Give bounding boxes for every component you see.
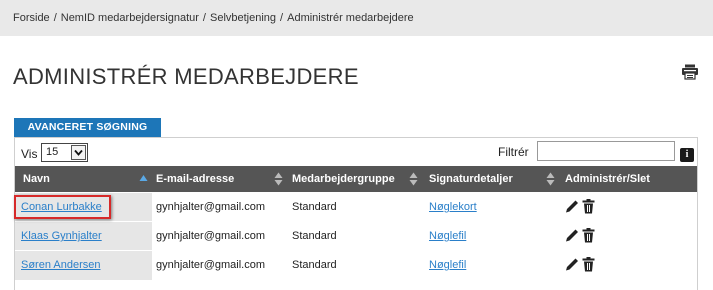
column-header-signature[interactable]: Signaturdetaljer: [429, 166, 513, 192]
pencil-icon[interactable]: [565, 228, 579, 243]
email-cell: gynhjalter@gmail.com: [156, 259, 265, 271]
email-cell: gynhjalter@gmail.com: [156, 201, 265, 213]
breadcrumb-bar: Forside / NemID medarbejdersignatur / Selvbe…: [0, 0, 713, 36]
group-cell: Standard: [292, 259, 337, 271]
pencil-icon[interactable]: [565, 257, 579, 272]
chevron-down-icon: [71, 145, 86, 160]
filter-input[interactable]: [537, 141, 675, 161]
table-row: Conan Lurbakke gynhjalter@gmail.com Stan…: [15, 193, 697, 222]
breadcrumb-separator: /: [53, 12, 57, 24]
breadcrumb: Forside / NemID medarbejdersignatur / Selvbe…: [13, 12, 414, 24]
filter-label: Filtrér: [498, 145, 529, 159]
signature-link[interactable]: Nøglefil: [429, 230, 466, 242]
page-title: ADMINISTRÉR MEDARBEJDERE: [13, 64, 359, 89]
group-cell: Standard: [292, 201, 337, 213]
sort-icon[interactable]: [409, 172, 418, 186]
breadcrumb-item-selvbetjening[interactable]: Selvbetjening: [210, 12, 276, 24]
sort-icon[interactable]: [546, 172, 555, 186]
table-header: Navn E-mail-adresse Medarbejdergruppe Si…: [15, 166, 697, 192]
signature-link[interactable]: Nøglekort: [429, 201, 477, 213]
trash-icon[interactable]: [582, 199, 596, 214]
breadcrumb-separator: /: [202, 12, 206, 24]
column-header-email[interactable]: E-mail-adresse: [156, 166, 234, 192]
sort-asc-icon[interactable]: [139, 172, 148, 186]
column-header-actions: Administrér/Slet: [565, 173, 650, 185]
column-header-group[interactable]: Medarbejdergruppe: [292, 166, 395, 192]
page-size-label: Vis: [21, 147, 38, 161]
breadcrumb-item-current: Administrér medarbejdere: [287, 12, 414, 24]
breadcrumb-item-nemid[interactable]: NemID medarbejdersignatur: [61, 12, 199, 24]
trash-icon[interactable]: [582, 228, 596, 243]
email-cell: gynhjalter@gmail.com: [156, 230, 265, 242]
employee-name-link[interactable]: Klaas Gynhjalter: [21, 230, 102, 242]
employee-name-link[interactable]: Søren Andersen: [21, 259, 101, 271]
breadcrumb-separator: /: [280, 12, 284, 24]
printer-icon[interactable]: [681, 64, 699, 80]
info-icon[interactable]: i: [680, 148, 694, 162]
breadcrumb-item-forside[interactable]: Forside: [13, 12, 50, 24]
signature-link[interactable]: Nøglefil: [429, 259, 466, 271]
page-size-select[interactable]: 15: [41, 143, 88, 162]
trash-icon[interactable]: [582, 257, 596, 272]
table-row: Klaas Gynhjalter gynhjalter@gmail.com St…: [15, 222, 697, 251]
column-header-name[interactable]: Navn: [23, 166, 50, 192]
pencil-icon[interactable]: [565, 199, 579, 214]
table-row: Søren Andersen gynhjalter@gmail.com Stan…: [15, 251, 697, 280]
advanced-search-tab[interactable]: AVANCERET SØGNING: [14, 118, 161, 137]
page-size-value: 15: [46, 146, 59, 158]
employee-name-link[interactable]: Conan Lurbakke: [21, 201, 102, 213]
group-cell: Standard: [292, 230, 337, 242]
sort-icon[interactable]: [274, 172, 283, 186]
